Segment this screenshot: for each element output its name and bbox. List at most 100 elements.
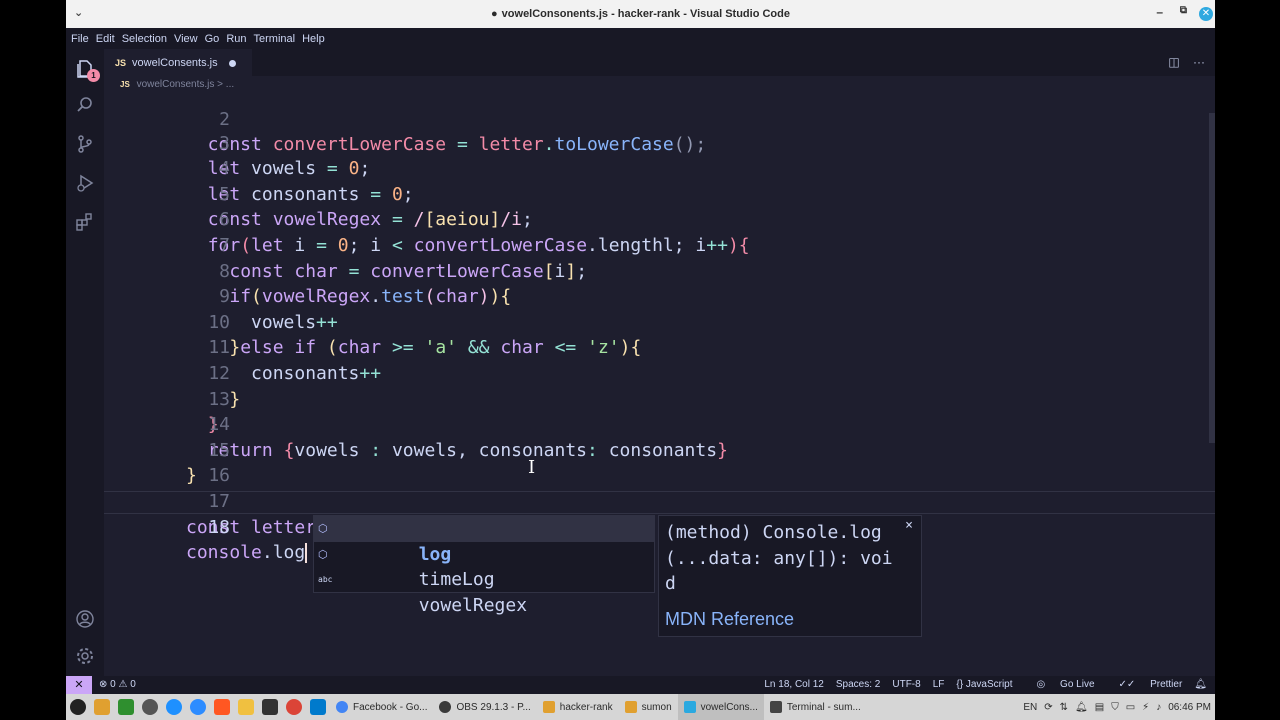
manage-gear-icon[interactable] — [75, 646, 95, 666]
code-line[interactable]: 12 } — [104, 335, 1204, 410]
task-sumon[interactable]: sumon — [619, 694, 678, 720]
menu-go[interactable]: Go — [204, 33, 221, 45]
vscode-icon[interactable] — [310, 699, 326, 715]
account-icon[interactable] — [75, 609, 95, 629]
chrome-icon — [336, 701, 348, 713]
mouse-ibeam-cursor: I — [528, 457, 536, 478]
shield-icon[interactable]: ⛉ — [1111, 702, 1119, 713]
task-vscode[interactable]: vowelCons... — [677, 694, 764, 720]
title-bar: ⌄ ● vowelConsonents.js - hacker-rank - V… — [66, 0, 1215, 28]
go-live-button[interactable]: ◎ Go Live — [1025, 676, 1095, 694]
end-of-line[interactable]: LF — [933, 676, 945, 694]
line-number: 18 — [208, 516, 230, 538]
volume-icon[interactable]: ♪ — [1156, 702, 1161, 713]
method-icon: ⬡ — [318, 522, 328, 535]
code-line[interactable]: 6 for(let i = 0; i < convertLowerCase.le… — [104, 182, 1204, 256]
terminal-launcher-icon[interactable] — [118, 699, 134, 715]
menu-edit[interactable]: Edit — [95, 33, 116, 45]
code-line[interactable]: 9 vowels++ — [104, 259, 1204, 333]
menu-view[interactable]: View — [173, 33, 199, 45]
language-mode[interactable]: {} JavaScript — [956, 676, 1012, 694]
close-details-icon[interactable]: × — [905, 518, 913, 533]
code-line[interactable]: 7 const char = convertLowerCase[i]; — [104, 207, 1204, 282]
run-debug-icon[interactable] — [75, 173, 95, 193]
javascript-file-icon: JS — [115, 58, 127, 68]
task-hacker-rank[interactable]: hacker-rank — [537, 694, 619, 720]
menu-selection[interactable]: Selection — [121, 33, 168, 45]
terminal-icon — [769, 701, 782, 713]
encoding[interactable]: UTF-8 — [892, 676, 920, 694]
double-check-icon: ✓✓ — [1118, 679, 1139, 690]
notification-icon[interactable]: 🔔︎ — [1075, 702, 1088, 713]
keyboard-layout[interactable]: EN — [1023, 702, 1037, 713]
extensions-icon[interactable] — [75, 212, 95, 232]
code-line[interactable]: 3 let vowels = 0; — [104, 105, 1204, 180]
code-line[interactable]: 14 return {vowels : vowels, consonants: … — [104, 387, 1204, 461]
unsaved-dot-icon[interactable] — [228, 59, 236, 67]
split-editor-icon[interactable]: ◫ — [1168, 55, 1179, 69]
window-menu-chevron-icon[interactable]: ⌄ — [74, 6, 83, 19]
more-actions-icon[interactable]: ··· — [1193, 55, 1205, 69]
code-line[interactable]: 10 }else if (char >= 'a' && char <= 'z')… — [104, 284, 1204, 359]
status-right-items: Ln 18, Col 12 Spaces: 2 UTF-8 LF {} Java… — [752, 676, 1207, 694]
code-editor[interactable]: 2 const convertLowerCase = letter.toLowe… — [104, 93, 1215, 676]
brave-icon[interactable] — [214, 699, 230, 715]
indentation[interactable]: Spaces: 2 — [836, 676, 880, 694]
suggestion-item-timelog[interactable]: ⬡ timeLog — [314, 542, 654, 591]
search-icon[interactable] — [75, 95, 95, 115]
task-obs[interactable]: OBS 29.1.3 - P... — [433, 694, 536, 720]
clipboard-icon[interactable]: ▤ — [1095, 702, 1104, 713]
cursor-position[interactable]: Ln 18, Col 12 — [764, 676, 824, 694]
suggestion-item-log[interactable]: ⬡ log — [314, 516, 654, 565]
file-manager-icon[interactable] — [94, 699, 110, 715]
code-line[interactable]: 16 — [104, 438, 1204, 486]
chrome-icon[interactable] — [286, 699, 302, 715]
tab-label: vowelConsents.js — [132, 57, 218, 69]
menu-terminal[interactable]: Terminal — [253, 33, 297, 45]
window-title: vowelConsonents.js - hacker-rank - Visua… — [501, 8, 790, 20]
code-line[interactable]: 17 const letter = 'world'; — [104, 463, 1204, 538]
breadcrumb-js-icon: JS — [120, 80, 130, 89]
menu-run[interactable]: Run — [225, 33, 247, 45]
code-line[interactable]: 11 consonants++ — [104, 310, 1204, 384]
network-icon[interactable]: ⇅ — [1060, 702, 1068, 713]
power-icon[interactable]: ⚡ — [1142, 702, 1149, 713]
problems-counter[interactable]: ⊗ 0 ⚠ 0 — [99, 676, 136, 694]
sync-icon[interactable]: ⟳ — [1044, 702, 1052, 713]
code-line[interactable]: 13 } — [104, 361, 1204, 436]
breadcrumb[interactable]: JS vowelConsents.js > ... — [104, 76, 1215, 93]
menu-file[interactable]: File — [70, 33, 90, 45]
suggestion-item-vowelregex[interactable]: abc vowelRegex — [314, 567, 654, 616]
mdn-reference-link[interactable]: MDN Reference — [665, 609, 794, 630]
vertical-scrollbar[interactable] — [1209, 113, 1215, 443]
notifications-bell-icon[interactable]: 🔔︎ — [1194, 676, 1207, 694]
prettier-button[interactable]: ✓✓ Prettier — [1107, 676, 1183, 694]
zoom-icon[interactable] — [190, 699, 206, 715]
breadcrumb-path: vowelConsents.js > ... — [136, 79, 235, 90]
menu-help[interactable]: Help — [301, 33, 326, 45]
editor-tab-vowelconsents[interactable]: JS vowelConsents.js — [104, 49, 252, 76]
terminal-icon[interactable] — [262, 699, 278, 715]
explorer-badge: 1 — [87, 69, 100, 82]
code-line-current[interactable]: 18 console.log — [104, 489, 1204, 564]
tab-bar: JS vowelConsents.js ◫ ··· — [104, 49, 1215, 76]
code-line[interactable]: 8 if(vowelRegex.test(char)){ — [104, 233, 1204, 308]
task-facebook[interactable]: Facebook - Go... — [330, 694, 433, 720]
close-icon[interactable]: ✕ — [1199, 7, 1213, 21]
monitor-icon[interactable]: ▭ — [1126, 702, 1135, 713]
minimize-icon[interactable]: – — [1156, 5, 1163, 19]
folder-icon[interactable] — [238, 699, 254, 715]
start-menu-icon[interactable] — [70, 699, 86, 715]
maximize-icon[interactable]: ⧉ — [1180, 5, 1187, 16]
code-line[interactable]: 5 const vowelRegex = /[aeiou]/i; — [104, 156, 1204, 231]
title-dot: ● — [491, 8, 498, 20]
task-terminal[interactable]: Terminal - sum... — [764, 694, 867, 720]
remote-indicator-icon[interactable]: ✕ — [66, 676, 92, 694]
source-control-icon[interactable] — [75, 134, 95, 154]
broadcast-icon: ◎ — [1036, 679, 1049, 690]
clock[interactable]: 06:46 PM — [1168, 702, 1211, 713]
code-line[interactable]: 4 let consonants = 0; — [104, 131, 1204, 205]
obs-launcher-icon[interactable] — [142, 699, 158, 715]
code-line[interactable]: 15 } — [104, 412, 1204, 487]
skype-icon[interactable] — [166, 699, 182, 715]
